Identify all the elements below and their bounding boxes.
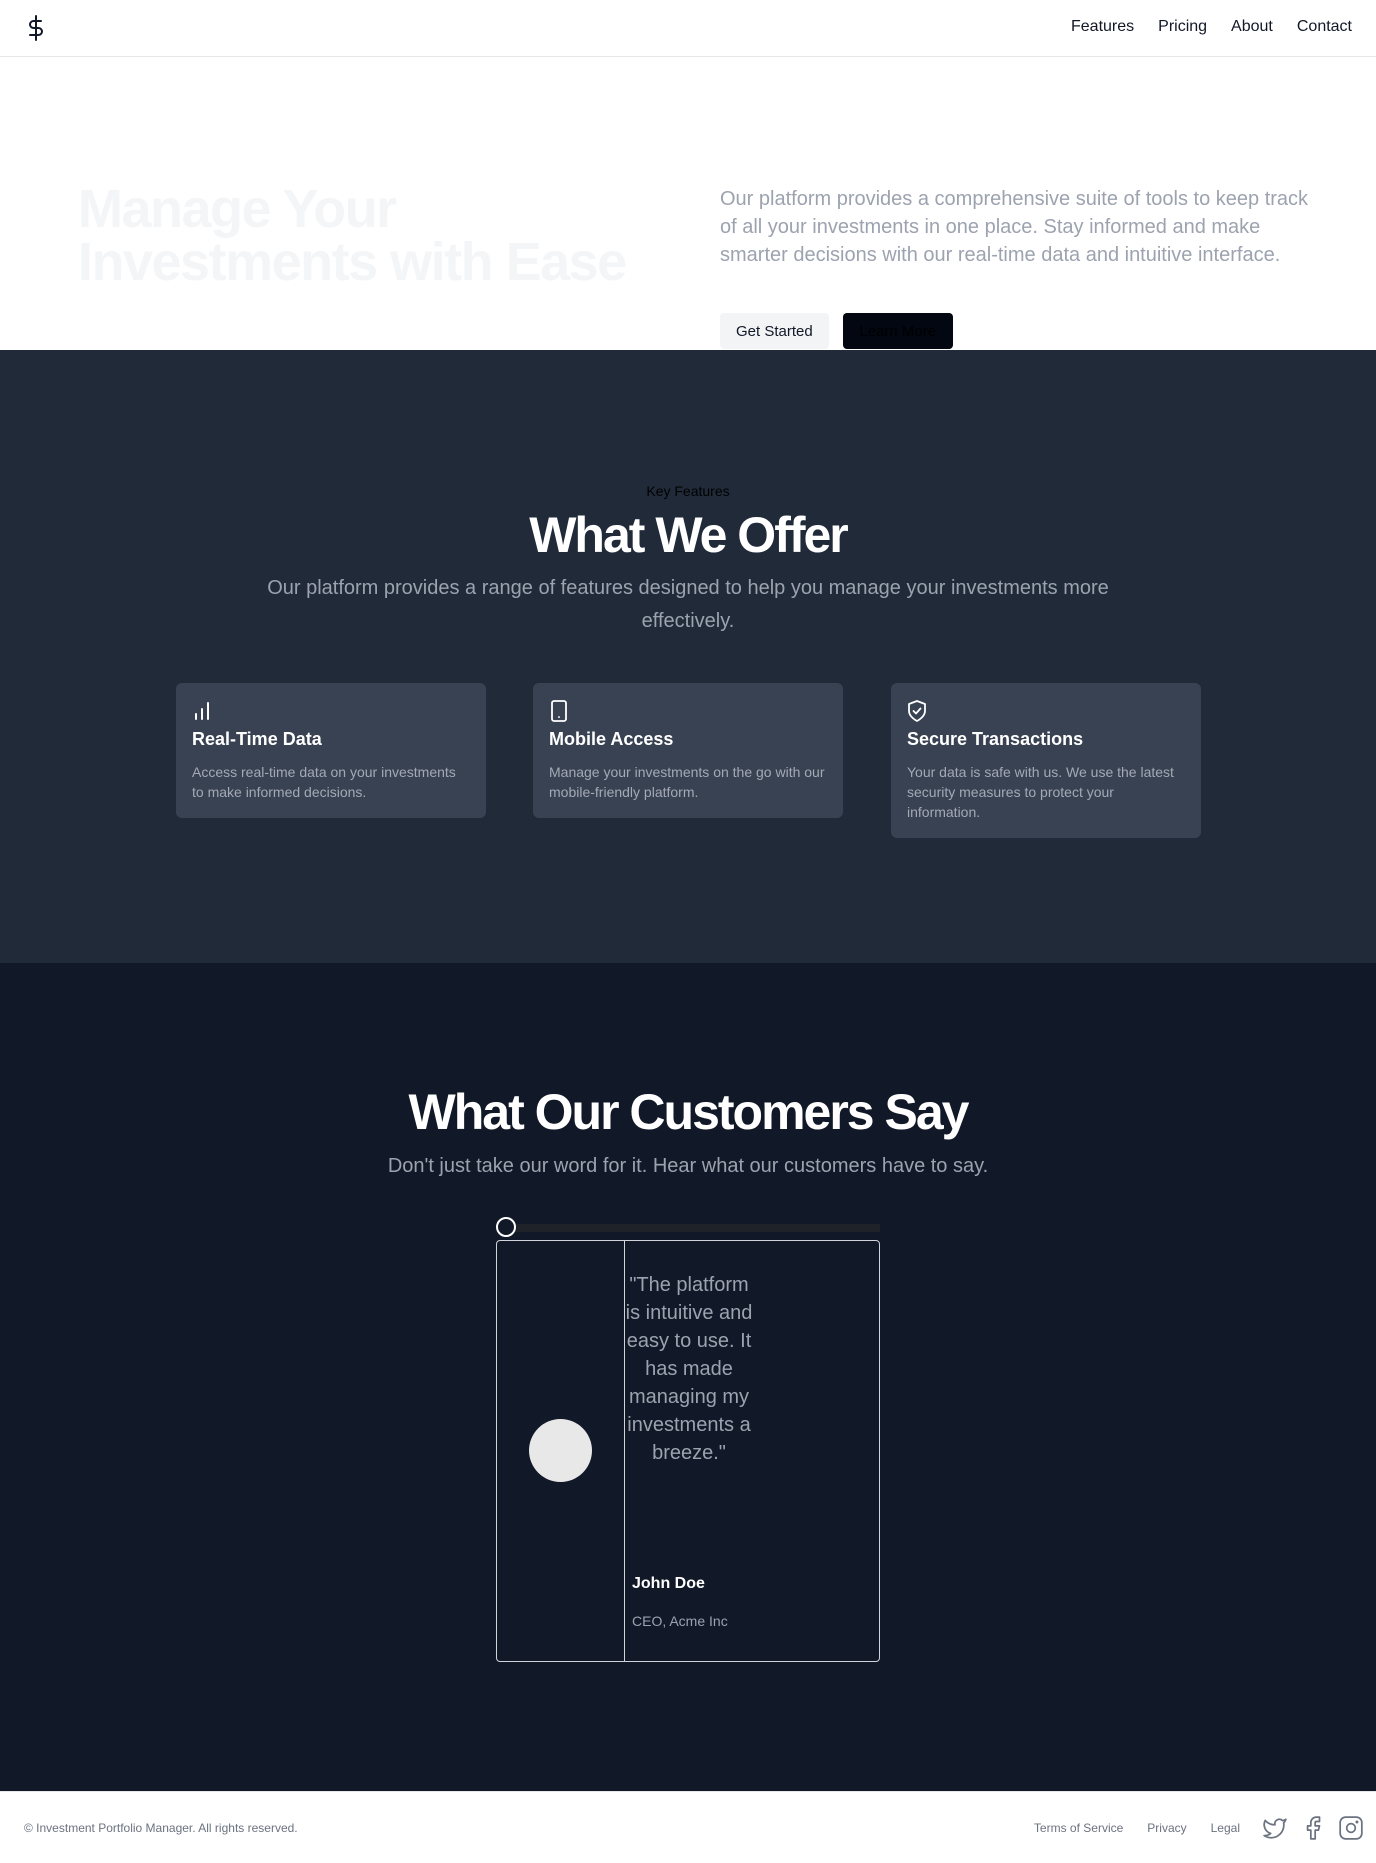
main-nav: Features Pricing About Contact bbox=[1071, 18, 1352, 36]
hero-section: Manage Your Investments with Ease Our pl… bbox=[0, 57, 1376, 350]
feature-card-text: Access real-time data on your investment… bbox=[192, 764, 456, 800]
footer-link-terms[interactable]: Terms of Service bbox=[1034, 1821, 1123, 1835]
nav-link-pricing[interactable]: Pricing bbox=[1158, 18, 1207, 36]
nav-link-contact[interactable]: Contact bbox=[1297, 18, 1352, 36]
tablet-icon bbox=[551, 700, 567, 722]
nav-link-features[interactable]: Features bbox=[1071, 18, 1134, 36]
carousel-slider-thumb[interactable] bbox=[496, 1217, 516, 1237]
footer-links: Terms of Service Privacy Legal bbox=[1034, 1821, 1240, 1835]
feature-card-title: Mobile Access bbox=[549, 729, 674, 749]
footer-link-privacy[interactable]: Privacy bbox=[1147, 1821, 1186, 1835]
feature-card-text: Your data is safe with us. We use the la… bbox=[907, 764, 1174, 820]
shield-check-icon bbox=[908, 700, 926, 722]
features-section: Key Features What We Offer Our platform … bbox=[0, 350, 1376, 963]
features-title: What We Offer bbox=[529, 507, 849, 563]
testimonials-section: What Our Customers Say Don't just take o… bbox=[0, 963, 1376, 1791]
feature-card-secure-transactions: Secure Transactions Your data is safe wi… bbox=[891, 683, 1201, 838]
get-started-button[interactable]: Get Started bbox=[720, 313, 829, 349]
feature-card-text: Manage your investments on the go with o… bbox=[549, 764, 825, 800]
facebook-icon[interactable] bbox=[1300, 1815, 1326, 1841]
bar-chart-icon bbox=[195, 702, 209, 720]
carousel-slider-track[interactable] bbox=[497, 1224, 880, 1232]
twitter-icon[interactable] bbox=[1262, 1815, 1288, 1841]
social-links bbox=[1262, 1815, 1364, 1841]
learn-more-button[interactable]: Learn More bbox=[842, 313, 953, 349]
feature-card-title: Real-Time Data bbox=[192, 729, 322, 749]
testimonials-title: What Our Customers Say bbox=[408, 1084, 970, 1140]
testimonial-quote: "The platform is intuitive and easy to u… bbox=[625, 1274, 753, 1464]
feature-card-real-time-data: Real-Time Data Access real-time data on … bbox=[176, 683, 486, 818]
testimonial-author-role: CEO, Acme Inc bbox=[632, 1613, 728, 1629]
hero-buttons: Get Started Learn More bbox=[720, 313, 953, 349]
testimonials-subtitle: Don't just take our word for it. Hear wh… bbox=[387, 1155, 989, 1177]
features-eyebrow: Key Features bbox=[646, 483, 730, 499]
feature-card-title: Secure Transactions bbox=[907, 729, 1084, 749]
hero-title: Manage Your Investments with Ease bbox=[78, 179, 627, 292]
nav-link-about[interactable]: About bbox=[1231, 18, 1273, 36]
site-header: Features Pricing About Contact bbox=[0, 0, 1376, 57]
testimonial-author-name: John Doe bbox=[632, 1575, 705, 1592]
hero-description: Our platform provides a comprehensive su… bbox=[720, 188, 1309, 266]
dollar-sign-icon[interactable] bbox=[24, 14, 48, 42]
testimonial-card: "The platform is intuitive and easy to u… bbox=[496, 1240, 880, 1662]
copyright-text: © Investment Portfolio Manager. All righ… bbox=[24, 1821, 298, 1835]
footer-link-legal[interactable]: Legal bbox=[1211, 1821, 1240, 1835]
site-footer: © Investment Portfolio Manager. All righ… bbox=[0, 1791, 1376, 1863]
feature-card-mobile-access: Mobile Access Manage your investments on… bbox=[533, 683, 843, 818]
instagram-icon[interactable] bbox=[1338, 1815, 1364, 1841]
features-subtitle: Our platform provides a range of feature… bbox=[267, 577, 1109, 632]
avatar bbox=[529, 1419, 592, 1482]
